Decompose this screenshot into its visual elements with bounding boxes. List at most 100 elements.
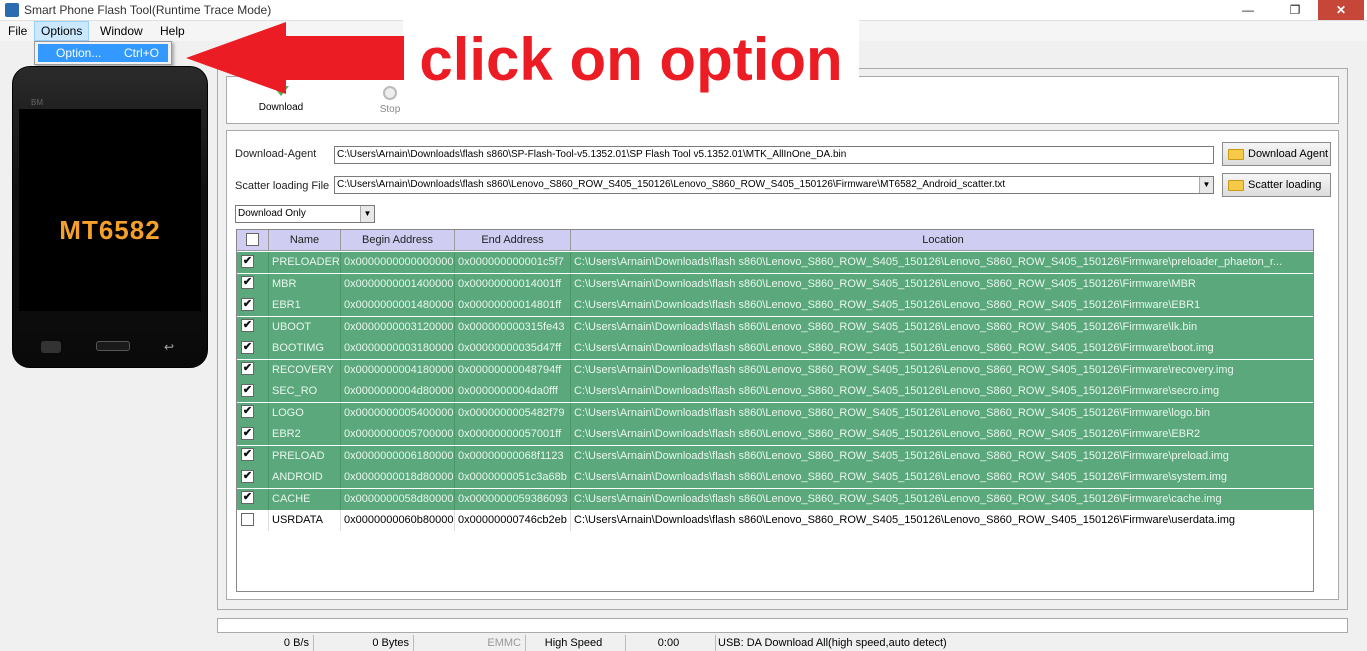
table-row[interactable]: ✔ CACHE 0x0000000058d80000 0x00000000593860… bbox=[237, 488, 1313, 510]
row-checkbox[interactable]: ✔ bbox=[237, 338, 269, 359]
download-agent-label: Download-Agent bbox=[235, 148, 317, 160]
row-name: PRELOADER bbox=[269, 252, 341, 273]
row-checkbox[interactable]: ✔ bbox=[237, 402, 269, 424]
checkbox[interactable] bbox=[241, 512, 254, 526]
row-begin-address: 0x0000000006180000 bbox=[341, 445, 455, 467]
status-bar: 0 B/s 0 Bytes EMMC High Speed 0:00 USB: … bbox=[0, 635, 1367, 651]
menu-item-option[interactable]: Option... Ctrl+O bbox=[38, 44, 168, 62]
table-row[interactable]: ✔ PRELOAD 0x0000000006180000 0x00000000068f… bbox=[237, 445, 1313, 467]
table-row[interactable]: ✔ BOOTIMG 0x0000000003180000 0x00000000035d… bbox=[237, 338, 1313, 359]
header-name[interactable]: Name bbox=[269, 230, 341, 251]
row-checkbox[interactable]: ✔ bbox=[237, 488, 269, 510]
table-header: Name Begin Address End Address Location bbox=[237, 230, 1313, 251]
row-name: EBR2 bbox=[269, 424, 341, 445]
row-location: C:\Users\Arnain\Downloads\flash s860\Len… bbox=[574, 256, 1283, 268]
row-name: PRELOAD bbox=[269, 445, 341, 467]
download-agent-button[interactable]: Download Agent bbox=[1222, 142, 1331, 166]
row-checkbox[interactable]: ✔ bbox=[237, 359, 269, 381]
row-end-address: 0x0000000005482f79 bbox=[455, 402, 571, 424]
scatter-file-select[interactable]: C:\Users\Arnain\Downloads\flash s860\Len… bbox=[334, 176, 1214, 194]
checkbox[interactable]: ✔ bbox=[241, 426, 254, 440]
minimize-button[interactable]: — bbox=[1225, 0, 1271, 20]
checkbox[interactable]: ✔ bbox=[241, 448, 254, 462]
header-select-all[interactable] bbox=[237, 230, 269, 251]
row-begin-address: 0x0000000001480000 bbox=[341, 295, 455, 316]
table-row[interactable]: ✔ ANDROID 0x0000000018d80000 0x0000000051c3… bbox=[237, 467, 1313, 488]
table-row[interactable]: ✔ LOGO 0x0000000005400000 0x0000000005482f7… bbox=[237, 402, 1313, 424]
row-checkbox[interactable]: ✔ bbox=[237, 381, 269, 402]
menu-window[interactable]: Window bbox=[94, 21, 149, 41]
header-begin-address[interactable]: Begin Address bbox=[341, 230, 455, 251]
row-checkbox[interactable]: ✔ bbox=[237, 273, 269, 295]
row-begin-address: 0x0000000000000000 bbox=[341, 252, 455, 273]
select-all-checkbox[interactable] bbox=[246, 232, 259, 246]
checkbox[interactable]: ✔ bbox=[241, 340, 254, 354]
status-usb: USB: DA Download All(high speed,auto det… bbox=[718, 637, 947, 649]
row-checkbox[interactable] bbox=[237, 510, 269, 531]
checkbox[interactable]: ✔ bbox=[241, 405, 254, 419]
checkbox[interactable]: ✔ bbox=[241, 383, 254, 397]
chevron-down-icon[interactable]: ▼ bbox=[360, 206, 374, 222]
checkbox[interactable]: ✔ bbox=[241, 319, 254, 333]
download-mode-select[interactable]: Download Only ▼ bbox=[235, 205, 375, 223]
download-agent-field[interactable]: C:\Users\Arnain\Downloads\flash s860\SP-… bbox=[334, 146, 1214, 164]
status-storage: EMMC bbox=[414, 635, 526, 651]
table-row[interactable]: ✔ UBOOT 0x0000000003120000 0x000000000315fe… bbox=[237, 316, 1313, 338]
row-checkbox[interactable]: ✔ bbox=[237, 252, 269, 273]
scatter-file-value: C:\Users\Arnain\Downloads\flash s860\Len… bbox=[337, 179, 1006, 190]
checkbox[interactable]: ✔ bbox=[241, 276, 254, 290]
status-time: 0:00 bbox=[626, 635, 716, 651]
maximize-button[interactable]: ❐ bbox=[1272, 0, 1318, 20]
row-end-address: 0x00000000048794ff bbox=[455, 359, 571, 381]
options-dropdown: Option... Ctrl+O bbox=[34, 41, 172, 65]
menu-item-option-shortcut: Ctrl+O bbox=[124, 46, 160, 60]
chevron-down-icon[interactable]: ▼ bbox=[1199, 177, 1213, 193]
row-end-address: 0x0000000004da0fff bbox=[455, 381, 571, 402]
table-row[interactable]: ✔ EBR1 0x0000000001480000 0x00000000014801f… bbox=[237, 295, 1313, 316]
checkbox[interactable]: ✔ bbox=[241, 254, 254, 268]
table-row[interactable]: ✔ PRELOADER 0x0000000000000000 0x0000000000… bbox=[237, 252, 1313, 273]
scatter-loading-button[interactable]: Scatter loading bbox=[1222, 173, 1331, 197]
row-begin-address: 0x0000000058d80000 bbox=[341, 488, 455, 510]
progress-bar bbox=[217, 618, 1348, 633]
close-button[interactable]: ✕ bbox=[1318, 0, 1364, 20]
checkbox[interactable]: ✔ bbox=[241, 491, 254, 505]
checkbox[interactable]: ✔ bbox=[241, 297, 254, 311]
row-checkbox[interactable]: ✔ bbox=[237, 316, 269, 338]
row-begin-address: 0x0000000004d80000 bbox=[341, 381, 455, 402]
status-bytes: 0 Bytes bbox=[314, 635, 414, 651]
row-begin-address: 0x0000000005400000 bbox=[341, 402, 455, 424]
row-name: SEC_RO bbox=[269, 381, 341, 402]
checkbox[interactable]: ✔ bbox=[241, 362, 254, 376]
partition-table: Name Begin Address End Address Location … bbox=[236, 229, 1314, 592]
row-name: LOGO bbox=[269, 402, 341, 424]
table-row[interactable]: ✔ SEC_RO 0x0000000004d80000 0x0000000004da0… bbox=[237, 381, 1313, 402]
row-location: C:\Users\Arnain\Downloads\flash s860\Len… bbox=[574, 385, 1220, 397]
row-begin-address: 0x0000000060b80000 bbox=[341, 510, 455, 531]
row-location: C:\Users\Arnain\Downloads\flash s860\Len… bbox=[574, 299, 1201, 311]
row-checkbox[interactable]: ✔ bbox=[237, 445, 269, 467]
row-end-address: 0x00000000068f1123 bbox=[455, 445, 571, 467]
row-begin-address: 0x0000000003180000 bbox=[341, 338, 455, 359]
row-checkbox[interactable]: ✔ bbox=[237, 424, 269, 445]
row-begin-address: 0x0000000018d80000 bbox=[341, 467, 455, 488]
table-row[interactable]: ✔ EBR2 0x0000000005700000 0x00000000057001f… bbox=[237, 424, 1313, 445]
table-row[interactable]: ✔ MBR 0x0000000001400000 0x00000000014001ff… bbox=[237, 273, 1313, 295]
row-end-address: 0x000000000001c5f7 bbox=[455, 252, 571, 273]
header-location[interactable]: Location bbox=[571, 230, 1313, 251]
checkbox[interactable]: ✔ bbox=[241, 469, 254, 483]
row-location: C:\Users\Arnain\Downloads\flash s860\Len… bbox=[574, 406, 1210, 419]
row-checkbox[interactable]: ✔ bbox=[237, 295, 269, 316]
menu-options[interactable]: Options bbox=[34, 21, 90, 41]
row-begin-address: 0x0000000004180000 bbox=[341, 359, 455, 381]
row-location: C:\Users\Arnain\Downloads\flash s860\Len… bbox=[574, 320, 1198, 333]
table-row[interactable]: ✔ RECOVERY 0x0000000004180000 0x00000000048… bbox=[237, 359, 1313, 381]
row-checkbox[interactable]: ✔ bbox=[237, 467, 269, 488]
row-name: BOOTIMG bbox=[269, 338, 341, 359]
download-agent-button-label: Download Agent bbox=[1248, 148, 1329, 160]
menu-file[interactable]: File bbox=[2, 21, 33, 41]
row-name: CACHE bbox=[269, 488, 341, 510]
header-end-address[interactable]: End Address bbox=[455, 230, 571, 251]
row-name: USRDATA bbox=[269, 510, 341, 531]
table-row[interactable]: USRDATA 0x0000000060b80000 0x00000000746cb… bbox=[237, 510, 1313, 531]
